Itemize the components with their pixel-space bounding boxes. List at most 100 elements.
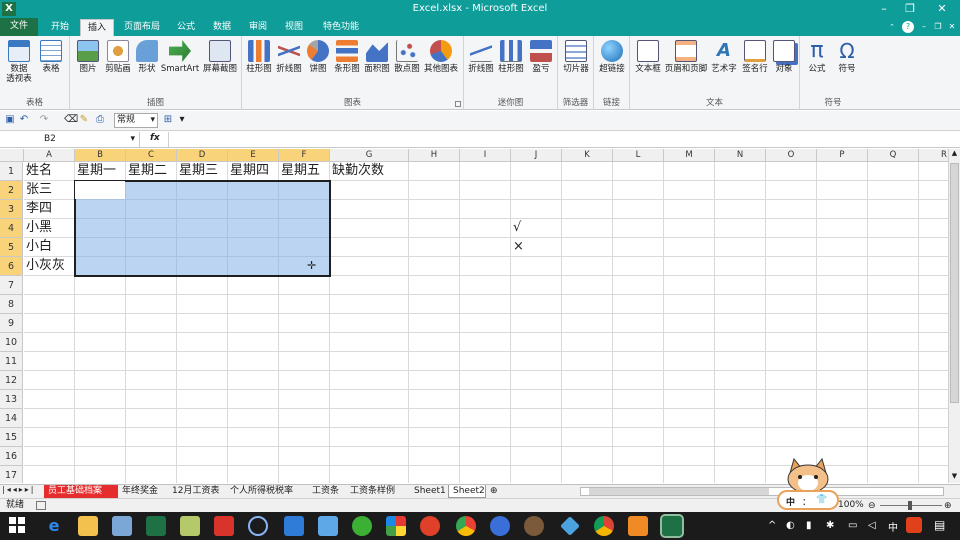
- cell-A9[interactable]: [24, 314, 75, 333]
- cell-A3[interactable]: 李四: [24, 200, 75, 219]
- input-method-indicator[interactable]: 中: [888, 519, 898, 534]
- cell-G7[interactable]: [330, 276, 409, 295]
- cell-P12[interactable]: [817, 371, 868, 390]
- cell-K17[interactable]: [562, 466, 613, 483]
- cell-G4[interactable]: [330, 219, 409, 238]
- cell-J15[interactable]: [511, 428, 562, 447]
- cell-K5[interactable]: [562, 238, 613, 257]
- cell-O14[interactable]: [766, 409, 817, 428]
- cell-L4[interactable]: [613, 219, 664, 238]
- cell-O6[interactable]: [766, 257, 817, 276]
- cell-K16[interactable]: [562, 447, 613, 466]
- file-explorer-icon[interactable]: [78, 516, 98, 536]
- tab-insert[interactable]: 插入: [80, 19, 114, 36]
- cell-M2[interactable]: [664, 181, 715, 200]
- cell-I9[interactable]: [460, 314, 511, 333]
- cell-H4[interactable]: [409, 219, 460, 238]
- browser-icon[interactable]: [456, 516, 476, 536]
- cell-H10[interactable]: [409, 333, 460, 352]
- cell-H1[interactable]: [409, 162, 460, 181]
- zoom-slider-thumb[interactable]: [908, 501, 912, 510]
- cell-Q17[interactable]: [868, 466, 919, 483]
- sheet-tab[interactable]: Sheet1: [410, 485, 448, 498]
- cell-N10[interactable]: [715, 333, 766, 352]
- cell-G14[interactable]: [330, 409, 409, 428]
- row-header[interactable]: 11: [0, 352, 23, 371]
- cell-F10[interactable]: [279, 333, 330, 352]
- cell-N7[interactable]: [715, 276, 766, 295]
- cell-Q11[interactable]: [868, 352, 919, 371]
- cell-J2[interactable]: [511, 181, 562, 200]
- name-box[interactable]: B2 ▾: [0, 132, 140, 147]
- column-header[interactable]: C: [126, 149, 177, 162]
- cell-D11[interactable]: [177, 352, 228, 371]
- notes-icon[interactable]: [180, 516, 200, 536]
- textbox-button[interactable]: 文本框: [632, 40, 664, 74]
- scroll-up-icon[interactable]: ▲: [949, 149, 960, 160]
- remote-desktop-icon[interactable]: [112, 516, 132, 536]
- cell-Q12[interactable]: [868, 371, 919, 390]
- cell-D8[interactable]: [177, 295, 228, 314]
- cell-R17[interactable]: [919, 466, 948, 483]
- bluetooth-icon[interactable]: ✱: [826, 520, 834, 531]
- cell-H11[interactable]: [409, 352, 460, 371]
- undo-icon[interactable]: ↶: [18, 114, 30, 125]
- cell-N16[interactable]: [715, 447, 766, 466]
- cell-L9[interactable]: [613, 314, 664, 333]
- column-header[interactable]: E: [228, 149, 279, 162]
- cell-M11[interactable]: [664, 352, 715, 371]
- ime-skin-icon[interactable]: 👕: [816, 495, 827, 505]
- cell-G3[interactable]: [330, 200, 409, 219]
- print-preview-icon[interactable]: ⎙: [94, 114, 106, 125]
- cell-R7[interactable]: [919, 276, 948, 295]
- cell-N6[interactable]: [715, 257, 766, 276]
- cell-J17[interactable]: [511, 466, 562, 483]
- cell-L3[interactable]: [613, 200, 664, 219]
- column-header[interactable]: R: [919, 149, 948, 162]
- sheet-tab[interactable]: 员工基础档案: [44, 485, 118, 498]
- cell-G17[interactable]: [330, 466, 409, 483]
- cell-E10[interactable]: [228, 333, 279, 352]
- cell-I17[interactable]: [460, 466, 511, 483]
- wb-restore-icon[interactable]: ❐: [932, 21, 944, 33]
- cell-N12[interactable]: [715, 371, 766, 390]
- cell-P9[interactable]: [817, 314, 868, 333]
- cell-D12[interactable]: [177, 371, 228, 390]
- row-header[interactable]: 7: [0, 276, 23, 295]
- cell-L14[interactable]: [613, 409, 664, 428]
- cell-L7[interactable]: [613, 276, 664, 295]
- cell-Q10[interactable]: [868, 333, 919, 352]
- send-app-icon[interactable]: [560, 516, 580, 536]
- cell-B12[interactable]: [75, 371, 126, 390]
- cell-N8[interactable]: [715, 295, 766, 314]
- cell-L17[interactable]: [613, 466, 664, 483]
- cell-M1[interactable]: [664, 162, 715, 181]
- charts-dialog-launcher-icon[interactable]: [455, 101, 461, 107]
- cell-J14[interactable]: [511, 409, 562, 428]
- cell-K10[interactable]: [562, 333, 613, 352]
- cell-H16[interactable]: [409, 447, 460, 466]
- row-header[interactable]: 17: [0, 466, 23, 483]
- cell-Q1[interactable]: [868, 162, 919, 181]
- cell-F11[interactable]: [279, 352, 330, 371]
- cell-F9[interactable]: [279, 314, 330, 333]
- cell-O15[interactable]: [766, 428, 817, 447]
- cell-G10[interactable]: [330, 333, 409, 352]
- cell-R15[interactable]: [919, 428, 948, 447]
- slicer-button[interactable]: 切片器: [560, 40, 592, 74]
- cell-L10[interactable]: [613, 333, 664, 352]
- cell-L16[interactable]: [613, 447, 664, 466]
- cell-G16[interactable]: [330, 447, 409, 466]
- cell-Q3[interactable]: [868, 200, 919, 219]
- wb-minimize-icon[interactable]: –: [918, 21, 930, 33]
- cell-A13[interactable]: [24, 390, 75, 409]
- cell-Q15[interactable]: [868, 428, 919, 447]
- cell-I8[interactable]: [460, 295, 511, 314]
- cell-M6[interactable]: [664, 257, 715, 276]
- cell-K11[interactable]: [562, 352, 613, 371]
- cell-I2[interactable]: [460, 181, 511, 200]
- cell-E13[interactable]: [228, 390, 279, 409]
- formula-input[interactable]: [168, 132, 960, 147]
- netease-music-icon[interactable]: [420, 516, 440, 536]
- cell-J16[interactable]: [511, 447, 562, 466]
